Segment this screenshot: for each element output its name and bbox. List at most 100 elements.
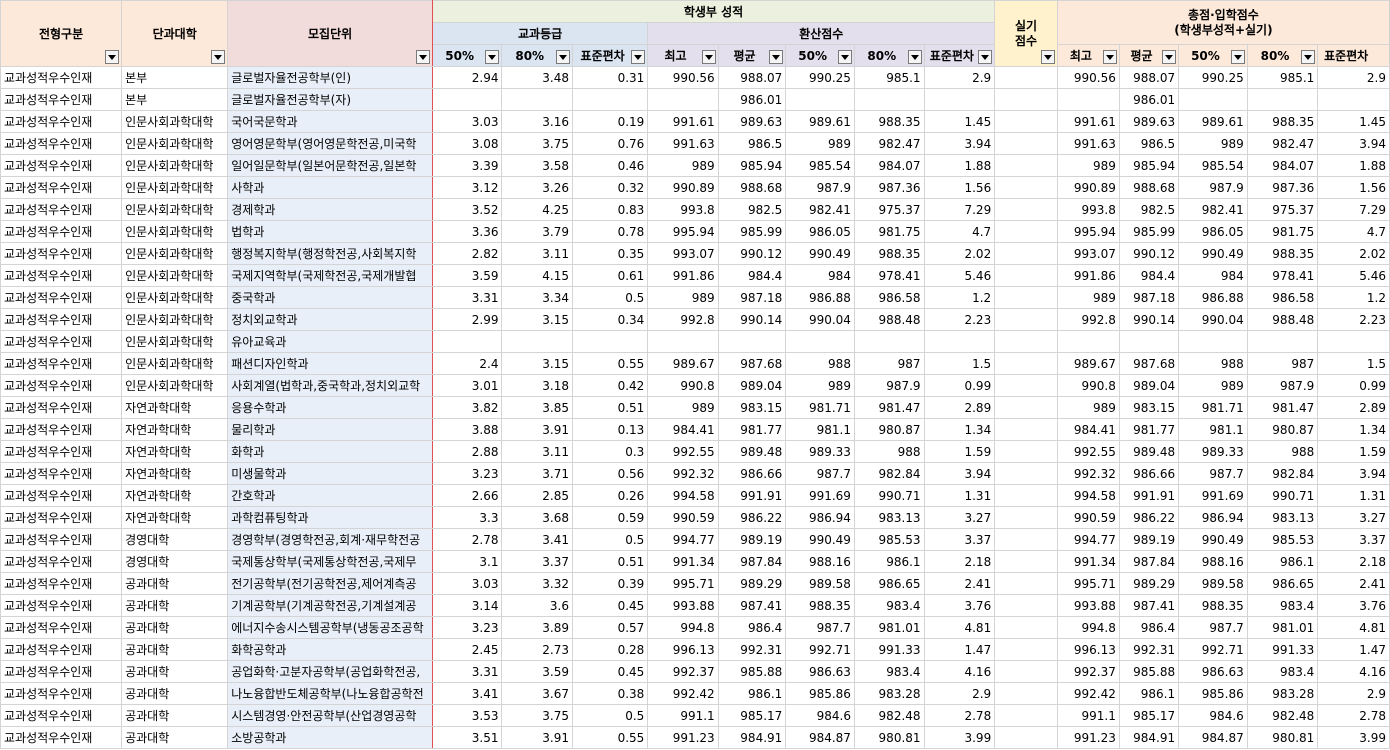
table-cell[interactable]: 986.4 xyxy=(717,616,787,639)
table-cell[interactable]: 990.12 xyxy=(1118,242,1180,265)
table-cell[interactable]: 인문사회과학대학 xyxy=(121,242,229,265)
table-cell[interactable]: 공과대학 xyxy=(121,638,229,661)
table-cell[interactable]: 987.9 xyxy=(1246,374,1319,397)
table-cell[interactable]: 0.3 xyxy=(571,440,649,463)
table-cell[interactable]: 3.75 xyxy=(501,132,573,155)
table-cell[interactable]: 0.51 xyxy=(571,550,649,573)
table-cell[interactable]: 공과대학 xyxy=(121,682,229,705)
table-cell[interactable]: 3.59 xyxy=(501,660,573,683)
table-cell[interactable] xyxy=(994,528,1058,551)
table-cell[interactable]: 국제통상학부(국제통상학전공,국제무 xyxy=(227,550,433,573)
table-cell[interactable]: 986.65 xyxy=(853,572,925,595)
table-cell[interactable]: 990.04 xyxy=(785,308,855,331)
table-cell[interactable]: 995.94 xyxy=(647,220,719,243)
table-cell[interactable]: 3.52 xyxy=(431,198,503,221)
table-cell[interactable] xyxy=(994,506,1058,529)
table-cell[interactable]: 3.94 xyxy=(923,462,996,485)
table-cell[interactable]: 교과성적우수인재 xyxy=(0,462,123,485)
table-cell[interactable]: 987.7 xyxy=(1178,616,1248,639)
table-cell[interactable]: 989 xyxy=(647,286,719,309)
table-cell[interactable]: 986.01 xyxy=(1118,88,1180,111)
table-cell[interactable] xyxy=(923,88,996,111)
table-cell[interactable]: 3.91 xyxy=(501,418,573,441)
table-cell[interactable] xyxy=(994,440,1058,463)
table-cell[interactable]: 992.42 xyxy=(647,682,719,705)
table-cell[interactable]: 국어국문학과 xyxy=(227,110,433,133)
table-cell[interactable]: 994.8 xyxy=(647,616,719,639)
table-cell[interactable]: 0.57 xyxy=(571,616,649,639)
table-cell[interactable]: 3.26 xyxy=(501,176,573,199)
table-cell[interactable]: 물리학과 xyxy=(227,418,433,441)
table-cell[interactable]: 985.1 xyxy=(1246,66,1319,89)
table-cell[interactable]: 986.94 xyxy=(1178,506,1248,529)
table-cell[interactable]: 1.2 xyxy=(923,286,996,309)
table-cell[interactable]: 0.78 xyxy=(571,220,649,243)
table-cell[interactable]: 화학과 xyxy=(227,440,433,463)
filter-dropdown-icon[interactable] xyxy=(1162,50,1177,64)
table-cell[interactable]: 982.5 xyxy=(1118,198,1180,221)
table-cell[interactable]: 991.91 xyxy=(1118,484,1180,507)
table-cell[interactable] xyxy=(1056,330,1120,353)
table-cell[interactable]: 986.88 xyxy=(785,286,855,309)
table-cell[interactable] xyxy=(994,726,1058,749)
table-cell[interactable] xyxy=(785,330,855,353)
table-cell[interactable]: 3.67 xyxy=(501,682,573,705)
table-cell[interactable]: 989.19 xyxy=(717,528,787,551)
table-cell[interactable]: 989.33 xyxy=(1178,440,1248,463)
table-cell[interactable]: 991.34 xyxy=(647,550,719,573)
table-cell[interactable]: 985.94 xyxy=(1118,154,1180,177)
table-cell[interactable]: 988 xyxy=(1178,352,1248,375)
table-cell[interactable]: 987.41 xyxy=(717,594,787,617)
table-cell[interactable]: 988.68 xyxy=(717,176,787,199)
table-cell[interactable]: 994.58 xyxy=(647,484,719,507)
table-cell[interactable]: 0.46 xyxy=(571,154,649,177)
table-cell[interactable]: 경영대학 xyxy=(121,550,229,573)
table-cell[interactable]: 1.2 xyxy=(1317,286,1390,309)
table-cell[interactable]: 981.77 xyxy=(1118,418,1180,441)
table-cell[interactable]: 행정복지학부(행정학전공,사회복지학 xyxy=(227,242,433,265)
table-cell[interactable] xyxy=(501,88,573,111)
table-cell[interactable]: 교과성적우수인재 xyxy=(0,264,123,287)
table-cell[interactable]: 992.37 xyxy=(1056,660,1120,683)
table-cell[interactable]: 0.42 xyxy=(571,374,649,397)
table-cell[interactable]: 989 xyxy=(785,374,855,397)
table-cell[interactable]: 990.71 xyxy=(853,484,925,507)
table-cell[interactable]: 1.88 xyxy=(1317,154,1390,177)
table-cell[interactable]: 자연과학대학 xyxy=(121,462,229,485)
table-cell[interactable]: 과학컴퓨팅학과 xyxy=(227,506,433,529)
table-cell[interactable]: 교과성적우수인재 xyxy=(0,440,123,463)
table-cell[interactable]: 교과성적우수인재 xyxy=(0,308,123,331)
table-cell[interactable]: 교과성적우수인재 xyxy=(0,88,123,111)
table-cell[interactable]: 992.8 xyxy=(1056,308,1120,331)
table-cell[interactable] xyxy=(1178,88,1248,111)
table-cell[interactable]: 2.89 xyxy=(923,396,996,419)
table-cell[interactable] xyxy=(994,176,1058,199)
table-cell[interactable]: 3.99 xyxy=(923,726,996,749)
table-cell[interactable]: 2.02 xyxy=(1317,242,1390,265)
table-cell[interactable]: 교과성적우수인재 xyxy=(0,374,123,397)
table-cell[interactable] xyxy=(994,704,1058,727)
table-cell[interactable]: 987.36 xyxy=(853,176,925,199)
table-cell[interactable]: 4.81 xyxy=(923,616,996,639)
table-cell[interactable]: 교과성적우수인재 xyxy=(0,726,123,749)
table-cell[interactable]: 3.99 xyxy=(1317,726,1390,749)
table-cell[interactable]: 0.34 xyxy=(571,308,649,331)
table-cell[interactable]: 자연과학대학 xyxy=(121,440,229,463)
table-cell[interactable]: 989 xyxy=(1056,286,1120,309)
table-cell[interactable]: 1.56 xyxy=(923,176,996,199)
table-cell[interactable]: 989 xyxy=(647,396,719,419)
table-cell[interactable]: 3.23 xyxy=(431,616,503,639)
table-cell[interactable]: 989.29 xyxy=(717,572,787,595)
table-cell[interactable]: 3.11 xyxy=(501,242,573,265)
table-cell[interactable] xyxy=(994,308,1058,331)
table-cell[interactable]: 988.35 xyxy=(853,110,925,133)
table-cell[interactable]: 패션디자인학과 xyxy=(227,352,433,375)
table-cell[interactable]: 983.4 xyxy=(853,660,925,683)
table-cell[interactable]: 987.84 xyxy=(1118,550,1180,573)
table-cell[interactable]: 3.27 xyxy=(923,506,996,529)
table-cell[interactable] xyxy=(994,616,1058,639)
table-cell[interactable]: 1.5 xyxy=(1317,352,1390,375)
table-cell[interactable]: 3.79 xyxy=(501,220,573,243)
table-cell[interactable]: 2.18 xyxy=(1317,550,1390,573)
table-cell[interactable]: 995.94 xyxy=(1056,220,1120,243)
